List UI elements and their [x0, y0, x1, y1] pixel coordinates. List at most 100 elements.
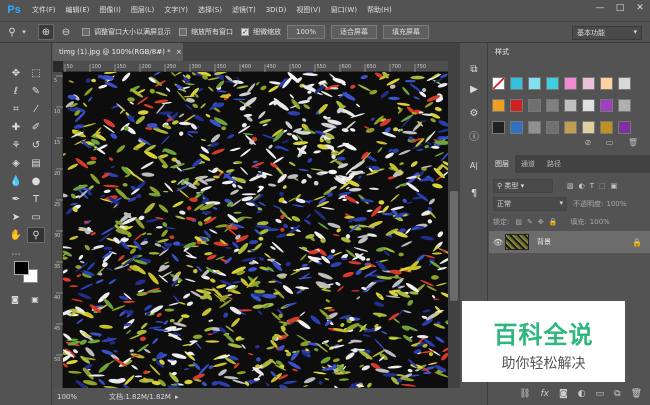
actions-play-icon[interactable]: ▶ — [465, 81, 483, 97]
status-arrow-icon[interactable]: ▸ — [175, 393, 179, 401]
tab-styles[interactable]: 样式 — [489, 43, 515, 61]
zoom-in-icon[interactable]: ⊕ — [38, 24, 54, 40]
mask-icon[interactable]: ◙ — [559, 389, 568, 399]
style-swatch[interactable] — [546, 99, 559, 112]
lock-icons[interactable]: ▨✎✥🔒 — [515, 218, 562, 226]
resize-windows-checkbox[interactable]: 调整窗口大小以满屏显示 — [82, 27, 171, 37]
menu-layer[interactable]: 图层(L) — [126, 0, 159, 21]
styles-panel-footer-icons[interactable]: ⊘ ▭ 🗑 — [584, 138, 644, 147]
close-tab-icon[interactable]: × — [176, 48, 182, 56]
style-swatch[interactable] — [492, 77, 505, 90]
layer-row-background[interactable]: 👁 背景 🔒 — [489, 231, 650, 253]
shape-tool-icon[interactable]: ▭ — [27, 209, 45, 225]
style-swatch[interactable] — [564, 99, 577, 112]
fill-screen-button[interactable]: 填充屏幕 — [383, 25, 430, 39]
path-select-icon[interactable]: ➤ — [7, 209, 25, 225]
style-swatch[interactable] — [600, 99, 613, 112]
trash-icon[interactable]: 🗑 — [631, 389, 642, 399]
style-swatch[interactable] — [564, 77, 577, 90]
style-swatch[interactable] — [528, 77, 541, 90]
new-layer-icon[interactable]: ⧉ — [614, 389, 620, 399]
style-swatch[interactable] — [492, 99, 505, 112]
close-button[interactable]: ✕ — [630, 0, 650, 16]
layer-kind-filter[interactable]: ⚲ 类型 ▾ — [493, 179, 553, 193]
menu-select[interactable]: 选择(S) — [193, 0, 227, 21]
style-swatch[interactable] — [618, 99, 631, 112]
style-swatch[interactable] — [582, 77, 595, 90]
info-panel-icon[interactable]: ⓘ — [465, 127, 483, 143]
style-swatch[interactable] — [546, 77, 559, 90]
minimize-button[interactable]: — — [590, 0, 610, 16]
restore-button[interactable]: □ — [610, 0, 630, 16]
zoom-all-checkbox[interactable]: 缩放所有窗口 — [179, 27, 233, 37]
menu-view[interactable]: 视图(V) — [291, 0, 325, 21]
zoom-tool-icon[interactable]: ⚲ — [27, 227, 45, 243]
tab-layers[interactable]: 图层 — [489, 155, 515, 173]
menu-3d[interactable]: 3D(D) — [261, 0, 292, 21]
style-swatch[interactable] — [528, 121, 541, 134]
tab-paths[interactable]: 路径 — [541, 155, 567, 173]
foreground-color-swatch-front[interactable] — [14, 261, 29, 275]
history-panel-icon[interactable]: ⧉ — [465, 61, 483, 77]
dodge-tool-icon[interactable]: ● — [27, 173, 45, 189]
style-swatch[interactable] — [600, 77, 613, 90]
gradient-tool-icon[interactable]: ▤ — [27, 155, 45, 171]
history-brush-icon[interactable]: ↺ — [27, 137, 45, 153]
menu-edit[interactable]: 编辑(E) — [61, 0, 95, 21]
menu-type[interactable]: 文字(Y) — [159, 0, 193, 21]
scrollbar-thumb[interactable] — [450, 191, 458, 301]
style-swatch[interactable] — [510, 121, 523, 134]
style-swatch[interactable] — [546, 121, 559, 134]
quick-mask-icon[interactable]: ◙ — [6, 291, 24, 307]
quick-select-tool-icon[interactable]: ✎ — [27, 83, 45, 99]
link-icon[interactable]: ⛓ — [519, 389, 530, 399]
lasso-tool-icon[interactable]: ℓ — [7, 83, 25, 99]
style-swatch[interactable] — [564, 121, 577, 134]
menu-file[interactable]: 文件(F) — [27, 0, 61, 21]
style-swatch[interactable] — [528, 99, 541, 112]
canvas[interactable] — [57, 69, 455, 394]
marquee-tool-icon[interactable]: ⬚ — [27, 65, 45, 81]
type-tool-icon[interactable]: T — [27, 191, 45, 207]
style-swatch[interactable] — [510, 77, 523, 90]
style-swatch[interactable] — [618, 77, 631, 90]
menu-image[interactable]: 图像(I) — [94, 0, 126, 21]
paragraph-panel-icon[interactable]: ¶ — [465, 185, 483, 201]
properties-panel-icon[interactable]: ⚙ — [465, 105, 483, 121]
tool-preset-chevron-icon[interactable]: ▾ — [20, 24, 28, 40]
clone-stamp-icon[interactable]: ⚘ — [7, 137, 25, 153]
zoom-100-button[interactable]: 100% — [287, 25, 326, 39]
layer-name[interactable]: 背景 — [537, 237, 551, 247]
menu-window[interactable]: 窗口(W) — [326, 0, 362, 21]
scrubby-zoom-checkbox[interactable]: ✓ 细微缩放 — [241, 27, 281, 37]
move-tool-icon[interactable]: ✥ — [7, 65, 25, 81]
style-swatch[interactable] — [582, 99, 595, 112]
hand-tool-icon[interactable]: ✋ — [7, 227, 25, 243]
style-swatch[interactable] — [618, 121, 631, 134]
style-swatch[interactable] — [582, 121, 595, 134]
vertical-scrollbar[interactable] — [448, 61, 460, 388]
adjust-icon[interactable]: ◐ — [578, 389, 586, 399]
style-swatch[interactable] — [510, 99, 523, 112]
canvas-image[interactable] — [57, 69, 455, 394]
document-tab[interactable]: timg (1).jpg @ 100%(RGB/8#) * × — [53, 43, 183, 61]
filter-icons[interactable]: ▨◐T⬚▣ — [567, 182, 622, 190]
tab-channels[interactable]: 通道 — [515, 155, 541, 173]
zoom-level[interactable]: 100% — [57, 393, 97, 401]
fx-icon[interactable]: fx — [541, 389, 550, 399]
pen-tool-icon[interactable]: ✒ — [7, 191, 25, 207]
eyedropper-tool-icon[interactable]: ⁄ — [27, 101, 45, 117]
eraser-tool-icon[interactable]: ◈ — [7, 155, 25, 171]
blur-tool-icon[interactable]: 💧 — [7, 173, 25, 189]
character-panel-icon[interactable]: A| — [465, 157, 483, 173]
zoom-tool-icon[interactable]: ⚲ — [4, 24, 20, 40]
menu-filter[interactable]: 滤镜(T) — [227, 0, 261, 21]
workspace-select[interactable]: 基本功能 ▾ — [572, 26, 642, 40]
style-swatch[interactable] — [492, 121, 505, 134]
crop-tool-icon[interactable]: ⌗ — [7, 101, 25, 117]
opacity-value[interactable]: 100% — [606, 200, 626, 208]
fill-value[interactable]: 100% — [590, 218, 610, 226]
screen-mode-icon[interactable]: ▣ — [26, 291, 44, 307]
zoom-out-icon[interactable]: ⊖ — [58, 24, 74, 40]
fit-screen-button[interactable]: 适合屏幕 — [331, 25, 378, 39]
